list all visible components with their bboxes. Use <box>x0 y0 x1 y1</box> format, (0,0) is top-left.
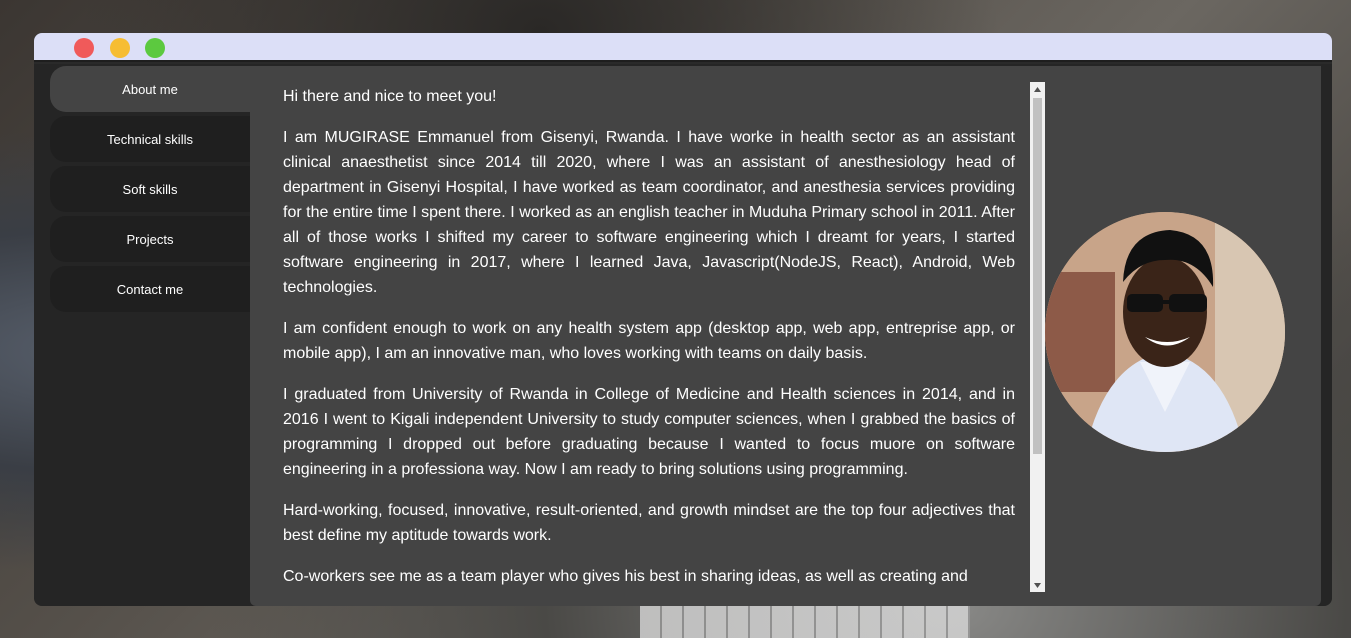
maximize-window-button[interactable] <box>145 38 165 58</box>
about-paragraph: I am MUGIRASE Emmanuel from Gisenyi, Rwa… <box>283 129 1015 296</box>
sidebar-item-soft-skills[interactable]: Soft skills <box>50 166 250 212</box>
sidebar-item-label: Projects <box>126 231 174 247</box>
about-paragraph: Hi there and nice to meet you! <box>283 88 497 105</box>
close-window-button[interactable] <box>74 38 94 58</box>
sidebar-item-contact-me[interactable]: Contact me <box>50 266 250 312</box>
app-window: About me Technical skills Soft skills Pr… <box>34 33 1332 606</box>
sidebar-nav: About me Technical skills Soft skills Pr… <box>50 66 250 316</box>
about-text-scroll-area[interactable]: Hi there and nice to meet you! I am MUGI… <box>283 84 1015 592</box>
about-paragraph: Co-workers see me as a team player who g… <box>283 568 968 585</box>
minimize-window-button[interactable] <box>110 38 130 58</box>
scrollbar-thumb[interactable] <box>1033 98 1042 454</box>
sidebar-item-label: Technical skills <box>107 131 193 147</box>
sidebar-item-label: About me <box>122 81 178 97</box>
about-panel: Hi there and nice to meet you! I am MUGI… <box>250 66 1321 606</box>
background-keyboard-detail <box>640 604 970 638</box>
scroll-up-arrow-icon[interactable] <box>1030 82 1045 96</box>
window-titlebar <box>34 33 1332 62</box>
about-paragraph: I graduated from University of Rwanda in… <box>283 386 1015 478</box>
sidebar-item-projects[interactable]: Projects <box>50 216 250 262</box>
about-paragraph: I am confident enough to work on any hea… <box>283 320 1015 362</box>
sidebar-item-label: Soft skills <box>122 181 178 197</box>
window-body: About me Technical skills Soft skills Pr… <box>34 64 1332 606</box>
about-paragraph: Hard-working, focused, innovative, resul… <box>283 502 1015 544</box>
scroll-down-arrow-icon[interactable] <box>1030 578 1045 592</box>
profile-photo <box>1045 212 1285 452</box>
sidebar-item-label: Contact me <box>116 281 184 297</box>
sidebar-item-about-me[interactable]: About me <box>50 66 250 112</box>
vertical-scrollbar[interactable] <box>1030 82 1045 592</box>
sidebar-item-technical-skills[interactable]: Technical skills <box>50 116 250 162</box>
